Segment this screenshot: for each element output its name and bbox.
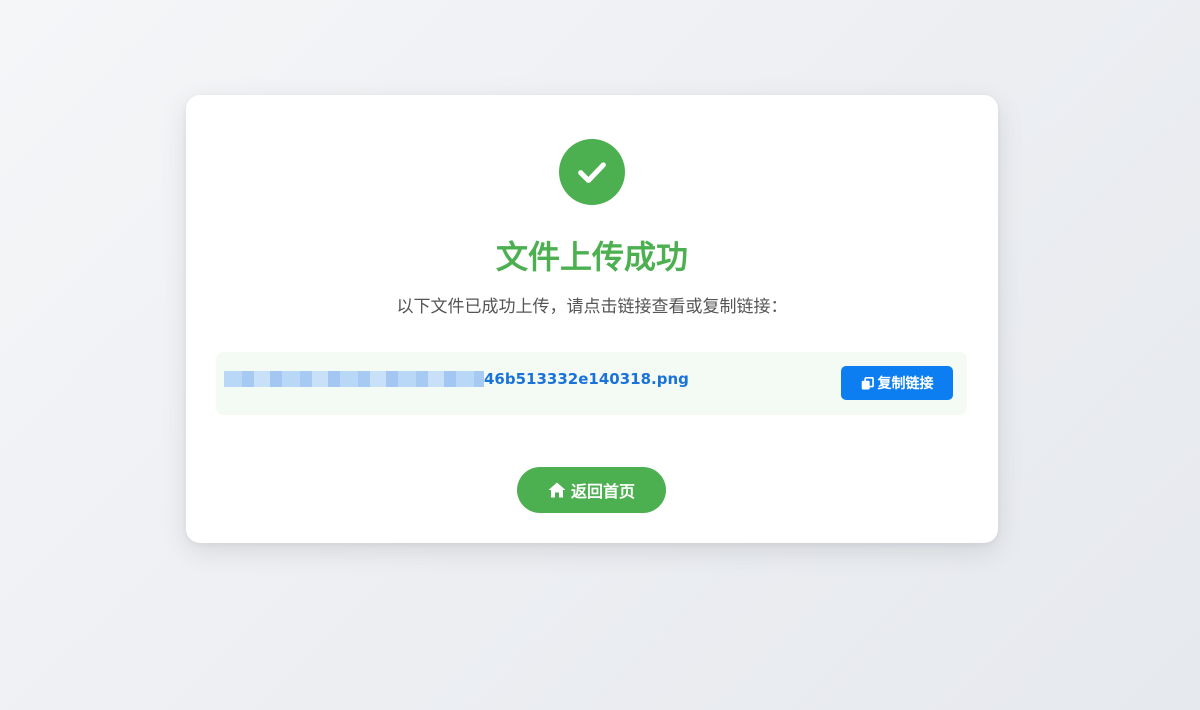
home-button-label: 返回首页 bbox=[570, 482, 635, 501]
home-icon bbox=[548, 482, 566, 498]
home-button[interactable]: 返回首页 bbox=[517, 467, 666, 513]
page-title: 文件上传成功 bbox=[495, 238, 688, 276]
redacted-filename-prefix bbox=[224, 371, 484, 387]
copy-link-label: 复制链接 bbox=[877, 376, 934, 392]
check-circle-icon bbox=[559, 139, 625, 205]
copy-link-button[interactable]: 复制链接 bbox=[841, 366, 953, 400]
file-link[interactable]: 46b513332e140318.png bbox=[224, 368, 689, 390]
upload-result-card: 文件上传成功 以下文件已成功上传，请点击链接查看或复制链接： 46b513332… bbox=[186, 95, 998, 543]
copy-icon bbox=[861, 376, 874, 390]
status-message: 以下文件已成功上传，请点击链接查看或复制链接： bbox=[396, 297, 788, 317]
check-icon bbox=[578, 162, 606, 184]
file-name: 46b513332e140318.png bbox=[484, 370, 689, 388]
file-list-item: 46b513332e140318.png 复制链接 bbox=[216, 352, 967, 415]
